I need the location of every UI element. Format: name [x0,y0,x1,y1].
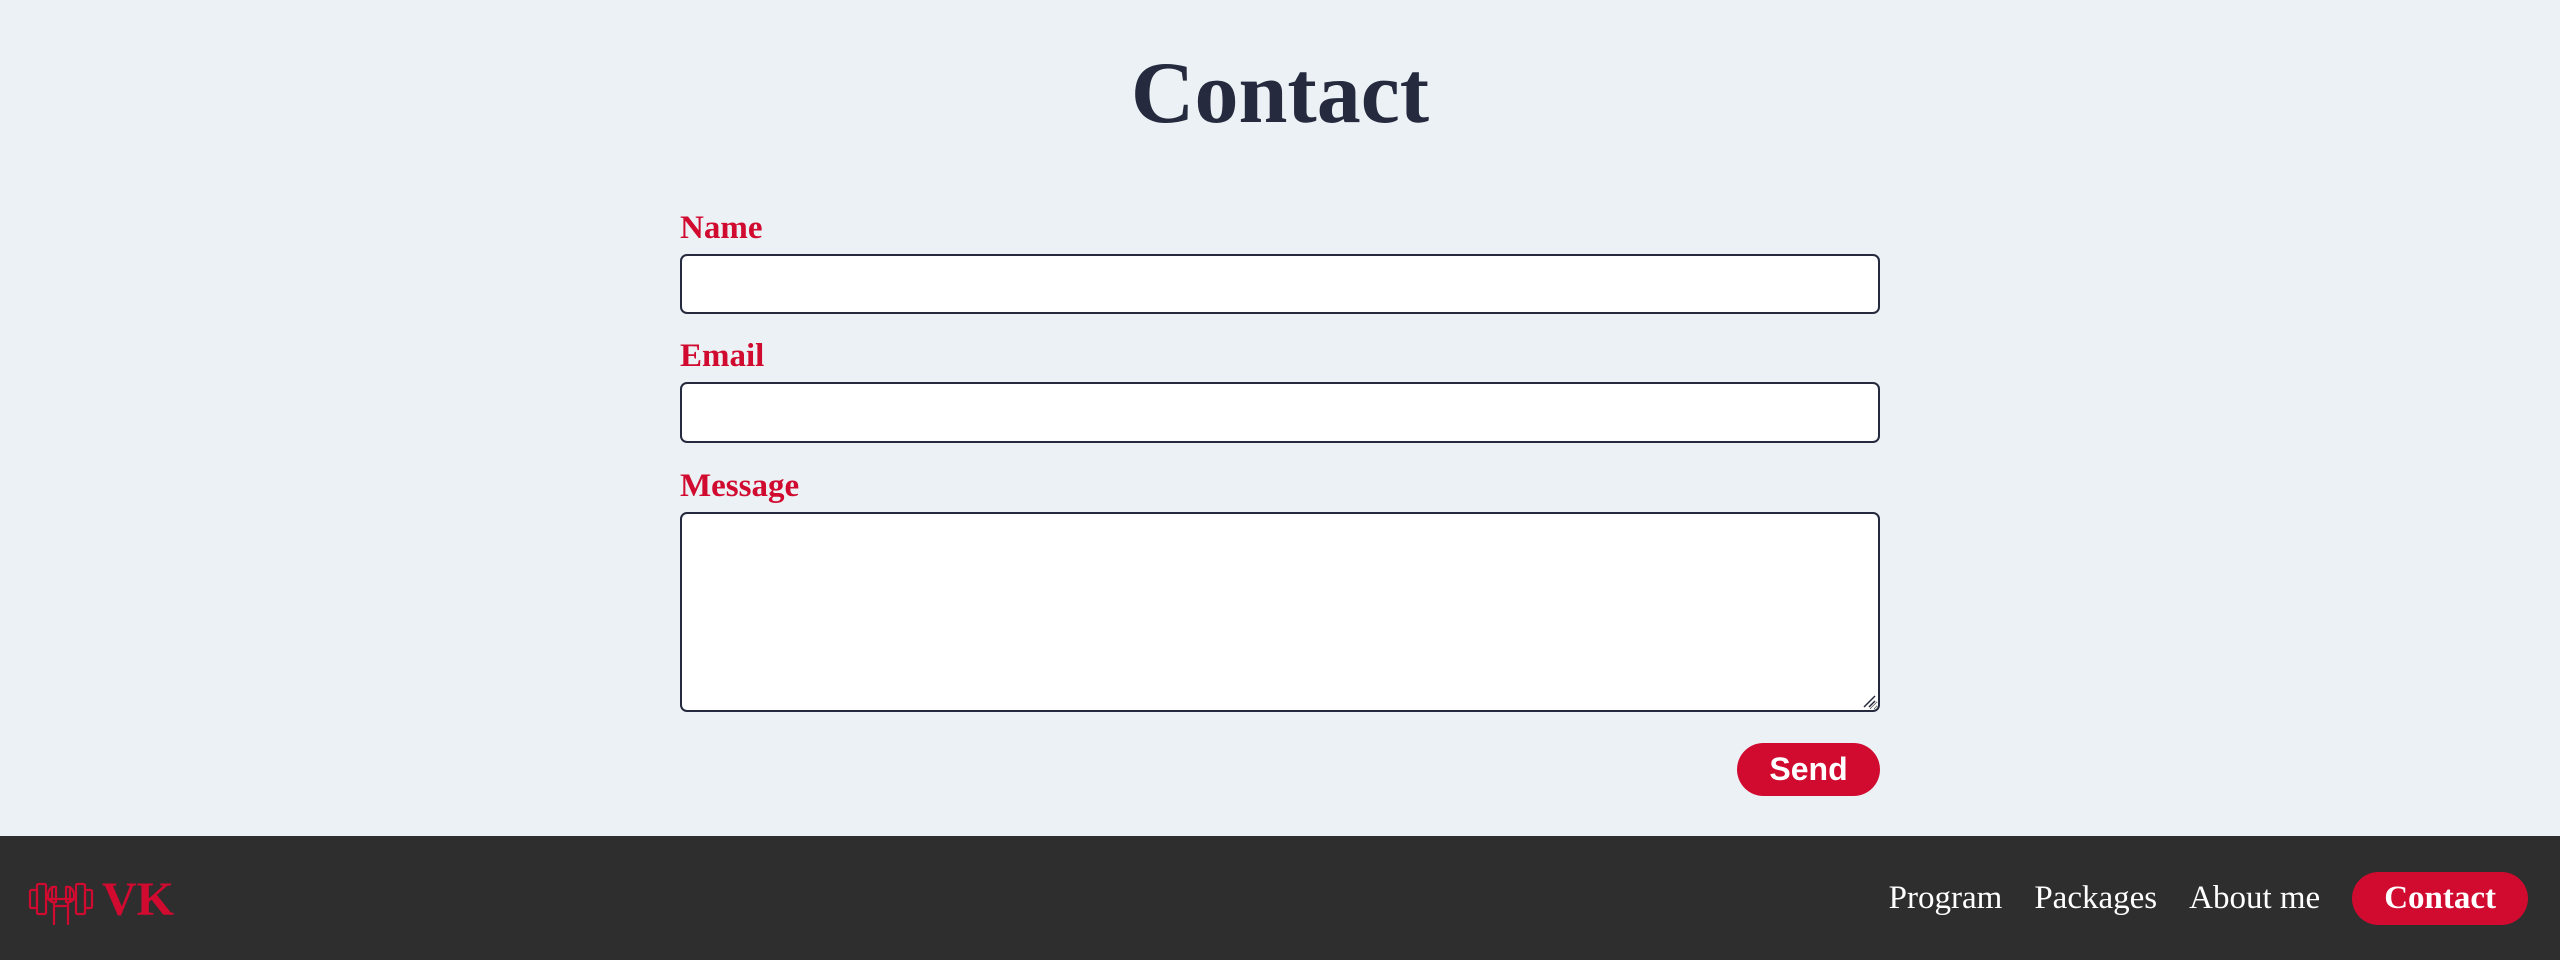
nav-link-about-me[interactable]: About me [2189,870,2320,926]
message-field[interactable] [680,512,1880,712]
dumbbell-icon [28,882,94,926]
footer-nav: Program Packages About me Contact [1857,870,2528,926]
footer: VK Program Packages About me Contact [0,836,2560,960]
logo[interactable]: VK [28,872,174,928]
logo-text: VK [102,873,174,926]
contact-section: Contact Name Email Message Send [0,0,2560,836]
contact-form: Name Email Message Send [680,200,1880,800]
resize-handle-icon[interactable] [1862,694,1876,708]
message-label: Message [680,468,800,504]
nav-link-contact[interactable]: Contact [2352,871,2528,925]
page-title: Contact [1130,45,1430,142]
name-field[interactable] [680,254,1880,314]
nav-link-program[interactable]: Program [1889,870,2003,926]
send-button[interactable]: Send [1737,743,1880,796]
nav-link-packages[interactable]: Packages [2034,870,2157,926]
email-field[interactable] [680,382,1880,443]
name-label: Name [680,210,763,246]
email-label: Email [680,338,765,374]
